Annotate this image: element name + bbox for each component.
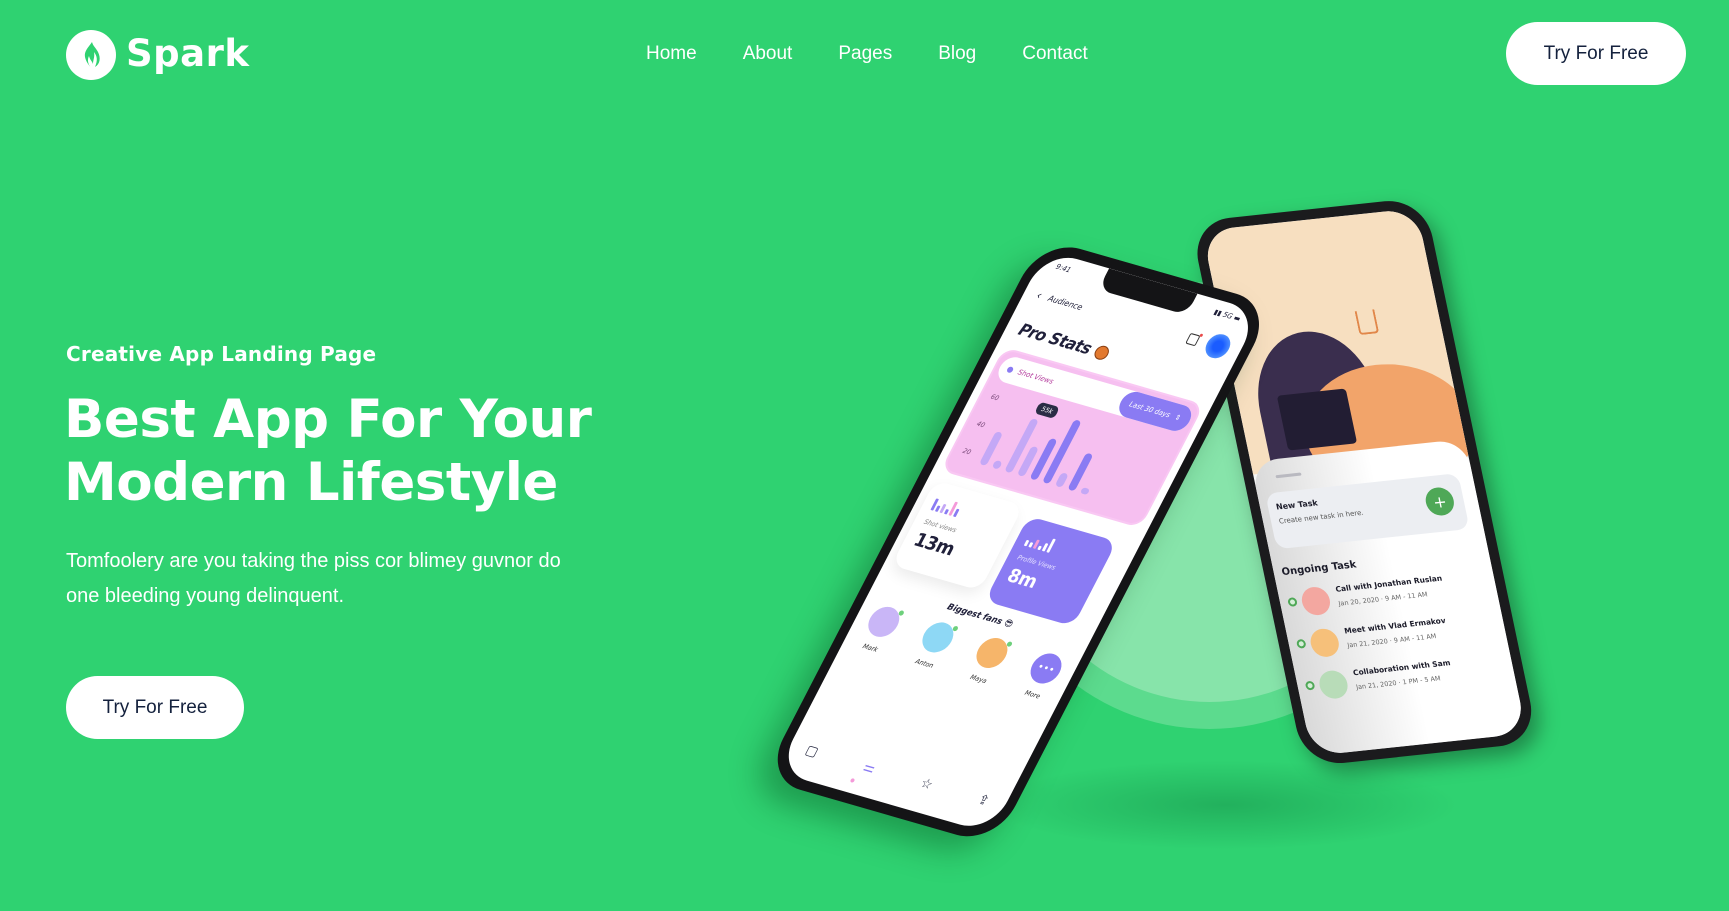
y-tick: 40: [975, 419, 987, 430]
y-tick: 20: [961, 446, 973, 457]
nav-contact[interactable]: Contact: [1022, 41, 1087, 67]
more-icon: •••: [1025, 650, 1068, 687]
updown-chevron-icon: ⇕: [1173, 413, 1183, 423]
active-tab-indicator: [849, 777, 856, 783]
star-icon[interactable]: ☆: [917, 776, 935, 794]
illustration-laptop: [1276, 388, 1358, 451]
fan-avatar: [862, 603, 905, 641]
legend-dot: [1005, 366, 1015, 374]
task-time: Jan 21, 2020 · 1 PM - 5 AM: [1355, 674, 1442, 692]
new-task-card[interactable]: New Task Create new task in here. +: [1265, 473, 1470, 550]
task-avatar: [1308, 627, 1342, 659]
nav-about[interactable]: About: [743, 41, 793, 67]
flame-icon: [66, 30, 116, 80]
fan-name: More: [1023, 688, 1042, 701]
main-nav: Home About Pages Blog Contact: [646, 41, 1088, 67]
fan-name: Anton: [913, 657, 936, 670]
illustration-plant: [1354, 309, 1380, 336]
task-hours: 9 AM - 11 AM: [1384, 590, 1429, 603]
basketball-icon: [1092, 343, 1113, 361]
page-title-text: Pro Stats: [1015, 319, 1096, 359]
headline-line-1: Best App For Your: [64, 389, 592, 450]
brand-logo[interactable]: Spark: [66, 30, 249, 80]
fan-item[interactable]: Mark: [855, 603, 905, 656]
fan-item[interactable]: Anton: [909, 619, 959, 671]
sheet-handle[interactable]: [1275, 472, 1302, 479]
brand-name: Spark: [126, 32, 250, 75]
chevron-left-icon[interactable]: ‹: [1034, 288, 1044, 302]
fans-list: Mark Anton Maya ••• More: [855, 603, 1068, 703]
share-icon[interactable]: ⇪: [975, 792, 992, 809]
task-item[interactable]: Collaboration with Sam Jan 21, 2020 · 1 …: [1303, 653, 1502, 701]
status-time: 9:41: [1054, 262, 1073, 275]
nav-pages[interactable]: Pages: [838, 41, 892, 67]
task-avatar: [1299, 585, 1333, 617]
fan-item[interactable]: Maya: [963, 634, 1013, 687]
y-tick: 60: [989, 392, 1001, 403]
range-label: Last 30 days: [1127, 400, 1172, 420]
nav-home[interactable]: Home: [646, 41, 697, 67]
header-try-free-button[interactable]: Try For Free: [1506, 22, 1686, 85]
task-hours: 1 PM - 5 AM: [1401, 674, 1442, 687]
chart-bar: [1079, 487, 1091, 496]
hero-lead: Tomfoolery are you taking the piss cor b…: [66, 550, 561, 607]
task-item[interactable]: Call with Jonathan Ruslan Jan 20, 2020 ·…: [1285, 570, 1484, 618]
notes-icon[interactable]: ▢: [802, 743, 821, 761]
hero-eyebrow: Creative App Landing Page: [66, 342, 377, 366]
task-date: Jan 21, 2020: [1346, 637, 1389, 650]
fan-avatar: [916, 619, 959, 656]
task-item[interactable]: Meet with Vlad Ermakov Jan 21, 2020 · 9 …: [1294, 611, 1493, 659]
task-date: Jan 20, 2020: [1337, 595, 1380, 608]
chart-bar: [991, 459, 1003, 470]
nav-blog[interactable]: Blog: [938, 41, 976, 67]
hero-headline: Best App For Your Modern Lifestyle: [64, 388, 592, 514]
sliders-icon[interactable]: ⚌: [860, 759, 878, 777]
task-avatar: [1316, 669, 1351, 701]
signal-battery-icon: ▮▮ 5G ▬: [1212, 308, 1243, 324]
task-hours: 9 AM - 11 AM: [1393, 632, 1438, 645]
fan-avatar: [970, 634, 1013, 672]
fan-name: Maya: [968, 672, 989, 686]
fan-name: Mark: [861, 642, 880, 654]
chart-bar: [1054, 472, 1069, 488]
task-date: Jan 21, 2020: [1355, 679, 1398, 692]
hero-try-free-button[interactable]: Try For Free: [66, 676, 244, 739]
headline-line-2: Modern Lifestyle: [64, 452, 558, 513]
user-avatar[interactable]: [1201, 331, 1235, 361]
timeline-dot: [1295, 638, 1307, 649]
chart-bar: [1067, 452, 1094, 492]
timeline-dot: [1287, 597, 1298, 607]
network-label: 5G: [1221, 310, 1235, 321]
fan-more-button[interactable]: ••• More: [1017, 650, 1068, 702]
phone-shadow: [990, 760, 1460, 850]
timeline-dot: [1304, 680, 1316, 691]
app-tabbar: ▢ ⚌ ☆ ⇪: [802, 743, 992, 810]
